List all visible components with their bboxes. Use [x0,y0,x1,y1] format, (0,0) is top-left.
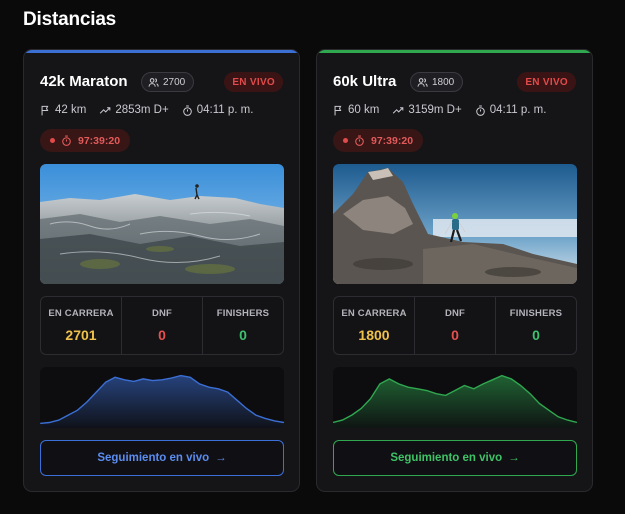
elevation-value: 2853m D+ [115,104,169,116]
elevation-info: 2853m D+ [99,104,169,116]
distance-value: 42 km [55,104,87,116]
elevation-info: 3159m D+ [392,104,462,116]
stat-label: DNF [151,308,173,319]
button-label: Seguimiento en vivo [390,452,503,464]
race-stats: EN CARRERA 1800 DNF 0 FINISHERS 0 [333,296,577,355]
race-photo [40,164,284,284]
race-card-42k: 42k Maraton 2700 EN VIVO 42 km 2853m D+ … [23,49,300,492]
elevation-profile [333,367,577,428]
stat-value: 0 [158,327,166,343]
race-timer: 97:39:20 [333,129,424,152]
start-time-value: 04:11 p. m. [489,104,547,116]
race-name: 60k Ultra [333,73,397,90]
trending-up-icon [100,106,111,114]
arrow-right-icon: → [215,452,227,464]
stat-finishers: FINISHERS 0 [203,297,283,354]
race-photo [333,164,577,284]
live-dot [343,138,348,143]
race-meta: 60 km 3159m D+ 04:11 p. m. [333,102,582,118]
card-accent-bar [24,50,299,53]
stat-value: 0 [239,327,247,343]
timer-value: 97:39:20 [78,134,121,147]
race-timer: 97:39:20 [40,129,131,152]
users-icon [417,77,428,87]
stat-value: 0 [451,327,459,343]
timer-value: 97:39:20 [371,134,414,147]
stat-label: EN CARRERA [341,308,407,319]
stat-en-carrera: EN CARRERA 1800 [334,297,415,354]
stat-label: FINISHERS [216,308,270,319]
live-tracking-button[interactable]: Seguimiento en vivo → [40,440,284,476]
card-header: 60k Ultra 1800 EN VIVO [333,72,576,94]
trending-up-icon [393,106,404,114]
stat-label: EN CARRERA [48,308,114,319]
stopwatch-icon [475,105,485,116]
runners-count-badge: 2700 [141,72,195,92]
race-name: 42k Maraton [40,73,128,90]
flag-icon [41,105,49,115]
runners-count: 1800 [432,76,455,88]
stopwatch-icon [182,105,192,116]
live-badge: EN VIVO [224,72,283,92]
race-stats: EN CARRERA 2701 DNF 0 FINISHERS 0 [40,296,284,355]
button-label: Seguimiento en vivo [97,452,210,464]
stat-finishers: FINISHERS 0 [496,297,576,354]
stat-value: 0 [532,327,540,343]
users-icon [148,77,159,87]
distance-info: 60 km [333,104,379,116]
stat-label: FINISHERS [509,308,563,319]
stat-label: DNF [444,308,466,319]
stopwatch-icon [355,135,364,146]
start-time-info: 04:11 p. m. [182,104,254,116]
stat-dnf: DNF 0 [415,297,496,354]
runners-count-badge: 1800 [410,72,464,92]
stat-en-carrera: EN CARRERA 2701 [41,297,122,354]
elevation-value: 3159m D+ [408,104,462,116]
arrow-right-icon: → [508,452,520,464]
flag-icon [334,105,342,115]
runners-count: 2700 [163,76,186,88]
live-badge: EN VIVO [517,72,576,92]
stopwatch-icon [62,135,71,146]
card-header: 42k Maraton 2700 EN VIVO [40,72,283,94]
elevation-area [40,375,284,428]
distance-info: 42 km [40,104,86,116]
race-card-60k: 60k Ultra 1800 EN VIVO 60 km 3159m D+ 04… [316,49,593,492]
card-accent-bar [317,50,592,53]
stat-value: 2701 [65,327,97,343]
race-meta: 42 km 2853m D+ 04:11 p. m. [40,102,289,118]
stat-dnf: DNF 0 [122,297,203,354]
stat-value: 1800 [358,327,390,343]
distance-value: 60 km [348,104,380,116]
live-dot [50,138,55,143]
elevation-area [333,375,577,428]
start-time-info: 04:11 p. m. [475,104,547,116]
start-time-value: 04:11 p. m. [196,104,254,116]
elevation-profile [40,367,284,428]
live-tracking-button[interactable]: Seguimiento en vivo → [333,440,577,476]
section-title: Distancias [23,9,117,30]
